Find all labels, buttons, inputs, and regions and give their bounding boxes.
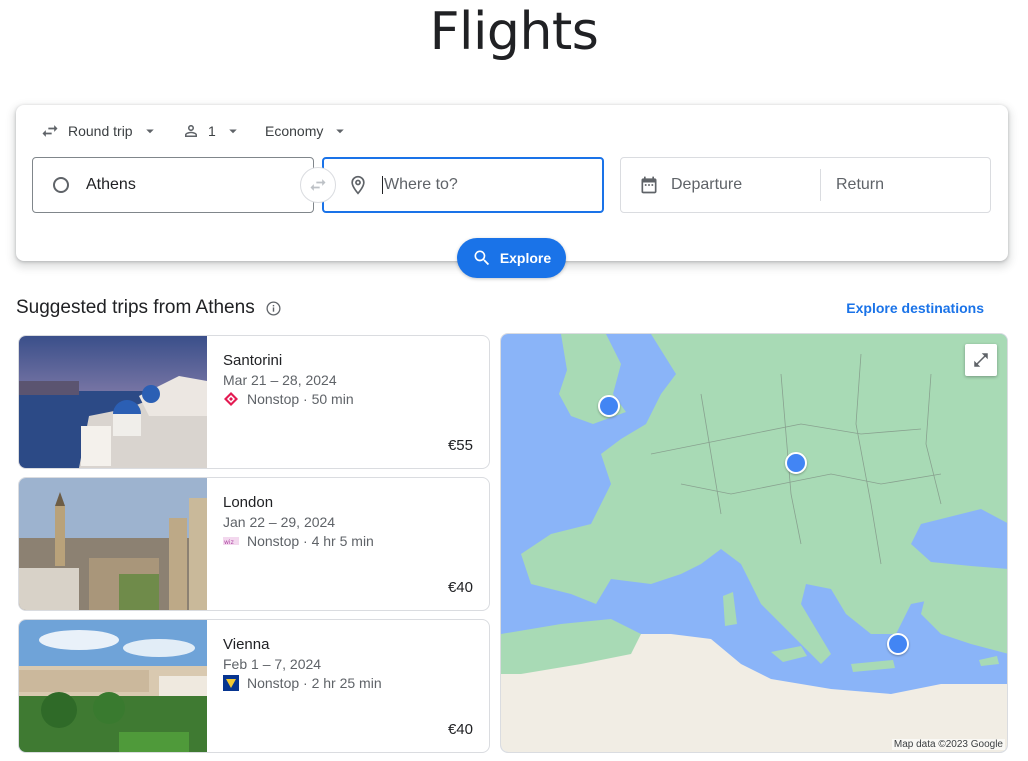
chevron-down-icon	[145, 129, 154, 134]
map-credit: Map data ©2023 Google	[891, 739, 1005, 750]
trip-dates: Feb 1 – 7, 2024	[223, 656, 322, 672]
trip-price: €55	[447, 437, 473, 454]
destination-field[interactable]: Where to?	[322, 157, 604, 213]
person-icon	[185, 125, 197, 137]
explore-button[interactable]: Explore	[457, 238, 566, 278]
trip-flight-detail: Nonstop · 4 hr 5 min	[247, 533, 374, 549]
trip-dates: Mar 21 – 28, 2024	[223, 372, 337, 388]
destination-input[interactable]: Where to?	[382, 176, 458, 194]
svg-text:wiz: wiz	[224, 539, 234, 546]
departure-field[interactable]: Departure	[621, 169, 821, 201]
airline-logo-icon	[224, 392, 238, 406]
origin-value: Athens	[86, 176, 136, 193]
airline-logo-icon	[223, 675, 239, 691]
swap-button[interactable]	[300, 167, 336, 203]
trip-thumbnail	[19, 336, 207, 468]
origin-circle-icon	[53, 177, 69, 193]
trip-type-label: Round trip	[68, 123, 133, 139]
explore-destinations-link[interactable]: Explore destinations	[846, 300, 984, 316]
trip-flight: Nonstop · 50 min	[223, 391, 354, 407]
trip-card-vienna[interactable]: Vienna Feb 1 – 7, 2024 Nonstop · 2 hr 25…	[18, 619, 490, 753]
explore-button-label: Explore	[499, 250, 552, 266]
trip-card-london[interactable]: London Jan 22 – 29, 2024 wiz Nonstop · 4…	[18, 477, 490, 611]
return-input: Return	[836, 176, 885, 193]
map-expand-button[interactable]	[965, 344, 997, 376]
trip-flight: Nonstop · 2 hr 25 min	[223, 675, 382, 691]
origin-field[interactable]: Athens	[32, 157, 314, 213]
dates-field[interactable]: Departure Return	[620, 157, 991, 213]
trip-city: London	[223, 494, 274, 511]
trip-thumbnail	[19, 478, 207, 610]
trip-flight-detail: Nonstop · 2 hr 25 min	[247, 675, 382, 691]
suggested-trips-heading: Suggested trips from Athens	[16, 297, 255, 318]
trip-price: €40	[447, 579, 473, 596]
trip-dates: Jan 22 – 29, 2024	[223, 514, 336, 530]
swap-icon	[310, 179, 326, 191]
trip-flight-detail: Nonstop · 50 min	[247, 391, 354, 407]
map-pin-london[interactable]	[598, 395, 620, 417]
cabin-class-select[interactable]: Economy	[265, 119, 349, 143]
map-pin-vienna[interactable]	[785, 452, 807, 474]
passengers-count: 1	[208, 123, 216, 139]
trip-city: Santorini	[223, 352, 283, 369]
trip-city: Vienna	[223, 636, 270, 653]
trip-info: London Jan 22 – 29, 2024 wiz Nonstop · 4…	[223, 494, 374, 549]
chevron-down-icon	[229, 129, 237, 134]
search-card: Round trip 1 Economy Athens Where to? De…	[16, 105, 1008, 278]
return-field[interactable]: Return	[821, 176, 884, 194]
section-title: Suggested trips from Athens	[16, 297, 282, 319]
swap-icon	[42, 125, 58, 137]
destinations-map[interactable]: Map data ©2023 Google	[500, 333, 1008, 753]
search-icon	[474, 250, 489, 266]
chevron-down-icon	[336, 129, 345, 134]
trip-list: Santorini Mar 21 – 28, 2024 Nonstop · 50…	[18, 335, 490, 761]
map-canvas[interactable]	[501, 334, 1008, 753]
trip-thumbnail	[19, 620, 207, 752]
map-pin-santorini[interactable]	[887, 633, 909, 655]
airline-logo-icon: wiz	[223, 537, 239, 546]
info-icon[interactable]	[265, 300, 282, 317]
trip-info: Vienna Feb 1 – 7, 2024 Nonstop · 2 hr 25…	[223, 636, 382, 691]
passengers-select[interactable]: 1	[182, 119, 242, 143]
calendar-icon	[641, 176, 657, 194]
cabin-class-label: Economy	[265, 123, 324, 139]
departure-input: Departure	[671, 176, 743, 193]
location-pin-icon	[351, 175, 365, 195]
expand-icon	[974, 353, 988, 367]
page-title: Flights	[429, 2, 599, 62]
trip-price: €40	[447, 721, 473, 738]
trip-type-select[interactable]: Round trip	[40, 119, 159, 143]
trip-flight: wiz Nonstop · 4 hr 5 min	[223, 533, 374, 549]
trip-info: Santorini Mar 21 – 28, 2024 Nonstop · 50…	[223, 352, 354, 407]
trip-card-santorini[interactable]: Santorini Mar 21 – 28, 2024 Nonstop · 50…	[18, 335, 490, 469]
